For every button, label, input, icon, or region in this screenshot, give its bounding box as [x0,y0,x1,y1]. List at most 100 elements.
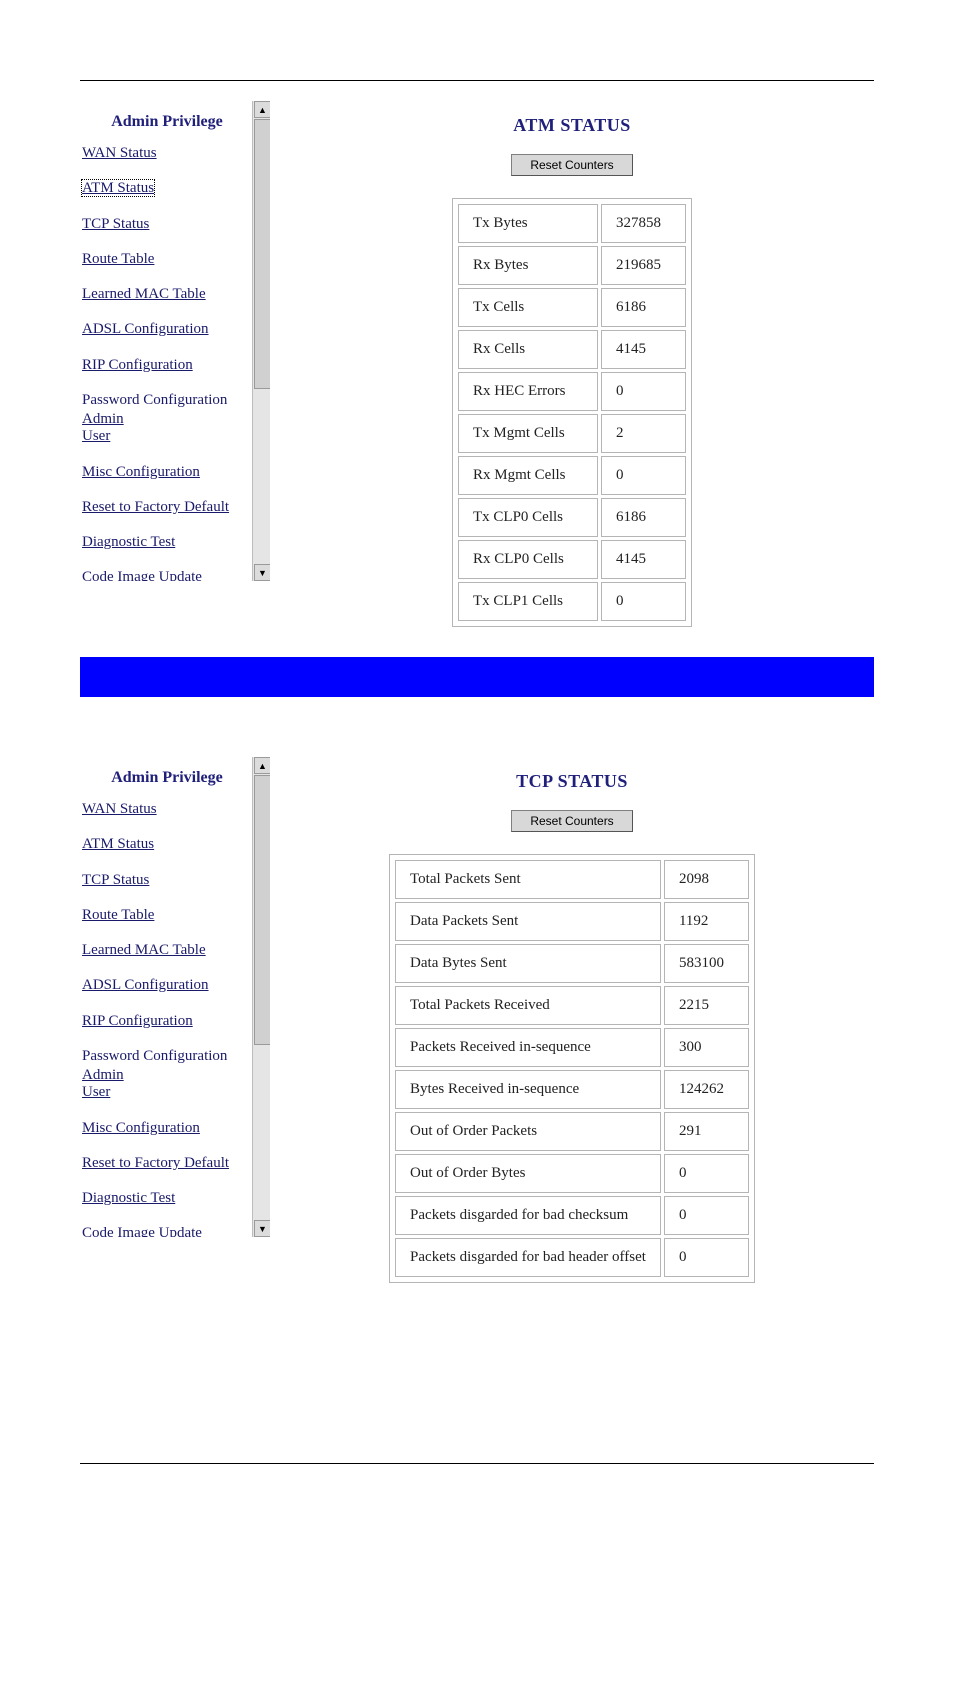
stat-value: 291 [664,1112,749,1151]
sidebar-link[interactable]: ATM Status [82,180,154,196]
sidebar-link[interactable]: Reset to Factory Default [82,1155,229,1171]
stat-value: 300 [664,1028,749,1067]
sidebar-link[interactable]: ADSL Configuration [82,977,209,993]
sidebar-item: TCP Status [82,872,252,889]
sidebar-link[interactable]: TCP Status [82,216,149,232]
sidebar-link[interactable]: Route Table [82,907,154,923]
table-row: Data Packets Sent1192 [395,902,749,941]
sidebar-item: Learned MAC Table [82,286,252,303]
scroll-thumb[interactable] [254,119,270,389]
sidebar-link[interactable]: WAN Status [82,145,157,161]
stat-label: Rx CLP0 Cells [458,540,598,579]
stat-value: 2098 [664,860,749,899]
sidebar-item: TCP Status [82,216,252,233]
sidebar-sublink[interactable]: User [82,428,110,444]
sidebar-link[interactable]: Learned MAC Table [82,942,206,958]
sidebar-item: WAN Status [82,801,252,818]
stat-value: 4145 [601,540,686,579]
sidebar-item-heading: Password Configuration [82,392,227,408]
sidebar-link[interactable]: ADSL Configuration [82,321,209,337]
sidebar-item: Reset to Factory Default [82,499,252,516]
scroll-up-icon[interactable]: ▲ [254,757,270,774]
sidebar-link[interactable]: Code Image Update [82,569,202,581]
sidebar-link[interactable]: Misc Configuration [82,1120,200,1136]
stat-label: Tx Mgmt Cells [458,414,598,453]
sidebar-item: Misc Configuration [82,1120,252,1137]
blue-divider-bar [80,657,874,697]
sidebar-title: Admin Privilege [82,101,252,145]
sidebar-item: Password Configuration AdminUser [82,1048,252,1102]
stat-label: Rx Mgmt Cells [458,456,598,495]
sidebar-item: Learned MAC Table [82,942,252,959]
table-row: Total Packets Received2215 [395,986,749,1025]
table-row: Tx CLP0 Cells6186 [458,498,686,537]
sidebar-item: RIP Configuration [82,1013,252,1030]
table-row: Tx Bytes327858 [458,204,686,243]
sidebar-link[interactable]: TCP Status [82,872,149,888]
table-row: Bytes Received in-sequence124262 [395,1070,749,1109]
sidebar-bottom: Admin Privilege WAN StatusATM StatusTCP … [80,757,252,1237]
stat-label: Data Packets Sent [395,902,661,941]
sidebar-item: ADSL Configuration [82,321,252,338]
sidebar-item: Diagnostic Test [82,1190,252,1207]
page-title: TCP STATUS [516,771,628,792]
table-row: Rx CLP0 Cells4145 [458,540,686,579]
sidebar-item: RIP Configuration [82,357,252,374]
stat-label: Data Bytes Sent [395,944,661,983]
panel-atm: Admin Privilege WAN Status ATM Status TCP … [80,101,874,627]
table-row: Rx HEC Errors0 [458,372,686,411]
sidebar-link[interactable]: RIP Configuration [82,1013,193,1029]
stat-value: 0 [664,1196,749,1235]
sidebar-nav: WAN Status ATM Status TCP Status Route Tabl… [82,145,252,581]
sidebar-item: ADSL Configuration [82,977,252,994]
content-tcp: TCP STATUS Reset Counters Total Packets … [270,757,874,1283]
stat-value: 0 [601,372,686,411]
stat-label: Rx HEC Errors [458,372,598,411]
stat-label: Rx Cells [458,330,598,369]
sidebar-link[interactable]: WAN Status [82,801,157,817]
atm-status-table: Tx Bytes327858Rx Bytes219685Tx Cells6186… [452,198,692,627]
sidebar-wrap-bottom: Admin Privilege WAN StatusATM StatusTCP … [80,757,270,1237]
stat-label: Tx Bytes [458,204,598,243]
table-row: Tx Cells6186 [458,288,686,327]
stat-value: 6186 [601,498,686,537]
sidebar-sublink[interactable]: Admin [82,411,124,427]
sidebar-link[interactable]: Diagnostic Test [82,1190,175,1206]
scroll-down-icon[interactable]: ▼ [254,564,270,581]
scrollbar[interactable]: ▲ ▼ [252,757,270,1237]
reset-counters-button[interactable]: Reset Counters [511,154,632,176]
table-row: Rx Bytes219685 [458,246,686,285]
sidebar-item: Reset to Factory Default [82,1155,252,1172]
sidebar-sublink[interactable]: User [82,1084,110,1100]
scroll-up-icon[interactable]: ▲ [254,101,270,118]
table-row: Packets disgarded for bad header offset0 [395,1238,749,1277]
sidebar-link[interactable]: Diagnostic Test [82,534,175,550]
stat-value: 0 [601,582,686,621]
stat-value: 583100 [664,944,749,983]
reset-counters-button[interactable]: Reset Counters [511,810,632,832]
scroll-down-icon[interactable]: ▼ [254,1220,270,1237]
sidebar-wrap-top: Admin Privilege WAN Status ATM Status TCP … [80,101,270,581]
stat-label: Tx Cells [458,288,598,327]
stat-label: Rx Bytes [458,246,598,285]
sidebar-link[interactable]: Reset to Factory Default [82,499,229,515]
top-rule [80,80,874,81]
stat-value: 0 [601,456,686,495]
sidebar-sublink[interactable]: Admin [82,1067,124,1083]
table-row: Total Packets Sent2098 [395,860,749,899]
sidebar-item-heading: Password Configuration [82,1048,227,1064]
sidebar-link[interactable]: RIP Configuration [82,357,193,373]
sidebar-link[interactable]: Code Image Update [82,1225,202,1237]
scroll-thumb[interactable] [254,775,270,1045]
stat-value: 2 [601,414,686,453]
stat-label: Packets Received in-sequence [395,1028,661,1067]
scrollbar[interactable]: ▲ ▼ [252,101,270,581]
content-atm: ATM STATUS Reset Counters Tx Bytes327858… [270,101,874,627]
sidebar-subitem: Admin [82,411,252,428]
stat-label: Out of Order Bytes [395,1154,661,1193]
sidebar-link[interactable]: Route Table [82,251,154,267]
stat-value: 219685 [601,246,686,285]
sidebar-link[interactable]: Misc Configuration [82,464,200,480]
sidebar-link[interactable]: Learned MAC Table [82,286,206,302]
sidebar-link[interactable]: ATM Status [82,836,154,852]
